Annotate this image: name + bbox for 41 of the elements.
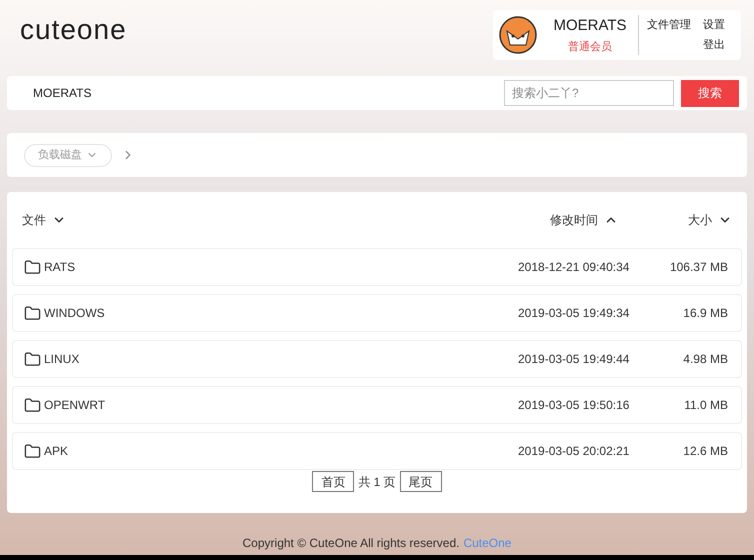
folder-icon — [24, 258, 41, 276]
file-name: RATS — [44, 259, 76, 276]
user-menu-link[interactable]: 登出 — [703, 37, 725, 54]
file-name: APK — [44, 443, 70, 460]
copyright-text: Copyright © CuteOne All rights reserved. — [242, 535, 460, 552]
user-menu-link[interactable]: 设置 — [703, 16, 725, 33]
file-size: 16.9 MB — [682, 305, 728, 322]
modified-time: 2019-03-05 19:50:16 — [518, 397, 630, 414]
file-row[interactable]: APK 2019-03-05 20:02:21 12.6 MB — [12, 432, 742, 470]
logo-text[interactable]: cuteone — [20, 12, 127, 48]
column-header[interactable]: 大小 — [688, 211, 732, 229]
file-size: 106.37 MB — [668, 259, 728, 276]
site-title[interactable]: MOERATS — [33, 84, 92, 102]
user-name: MOERATS — [553, 16, 627, 36]
file-name: LINUX — [44, 351, 80, 368]
column-header[interactable]: 文件 — [22, 211, 66, 229]
first-page-button[interactable]: 首页 — [312, 471, 354, 492]
page-count: 共 1 页 — [358, 474, 396, 490]
user-menu-link[interactable]: 文件管理 — [647, 16, 691, 33]
file-row[interactable]: RATS 2018-12-21 09:40:34 106.37 MB — [12, 248, 742, 286]
folder-icon — [24, 442, 41, 460]
user-role: 普通会员 — [568, 40, 612, 55]
modified-time: 2019-03-05 19:49:34 — [518, 305, 630, 322]
file-size: 12.6 MB — [682, 443, 728, 460]
modified-time: 2019-03-05 19:49:44 — [518, 351, 630, 368]
search-button[interactable]: 搜索 — [681, 80, 739, 106]
file-size: 4.98 MB — [682, 351, 728, 368]
modified-time: 2019-03-05 20:02:21 — [518, 443, 630, 460]
file-name: WINDOWS — [44, 305, 106, 322]
last-page-button[interactable]: 尾页 — [400, 471, 442, 492]
folder-icon — [24, 396, 41, 414]
column-header[interactable]: 修改时间 — [550, 211, 618, 229]
file-size: 11.0 MB — [683, 397, 728, 414]
file-row[interactable]: OPENWRT 2019-03-05 19:50:16 11.0 MB — [12, 386, 742, 424]
folder-icon — [24, 304, 41, 322]
file-row[interactable]: WINDOWS 2019-03-05 19:49:34 16.9 MB — [12, 294, 742, 332]
search-field[interactable]: 搜索小二丫? — [504, 80, 674, 106]
file-row[interactable]: LINUX 2019-03-05 19:49:44 4.98 MB — [12, 340, 742, 378]
modified-time: 2018-12-21 09:40:34 — [518, 259, 630, 276]
file-name: OPENWRT — [44, 397, 106, 414]
folder-icon — [24, 350, 41, 368]
